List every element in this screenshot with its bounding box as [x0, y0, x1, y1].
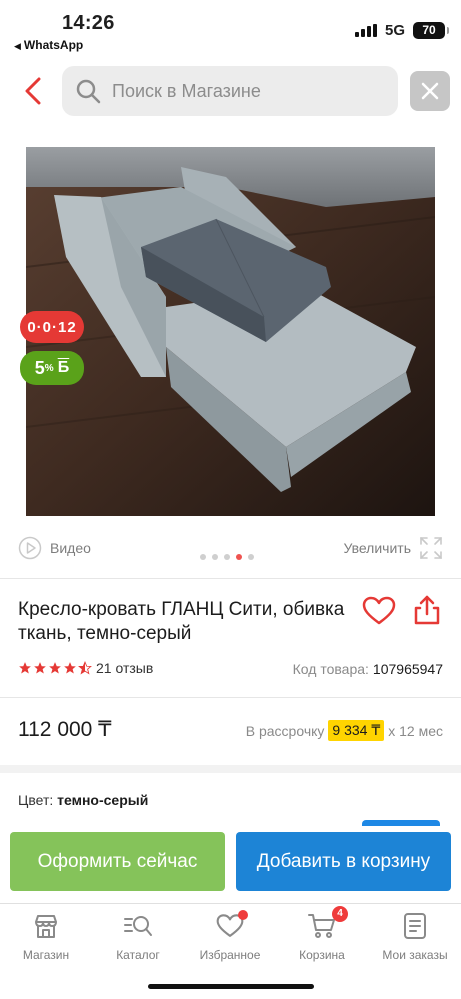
rating-stars — [18, 661, 92, 675]
search-box[interactable] — [62, 66, 398, 116]
color-selector: Цвет: темно-серый — [18, 792, 148, 808]
divider — [0, 697, 461, 698]
star-icon — [34, 662, 46, 674]
rating-row: 21 отзыв Код товара: 107965947 — [18, 659, 443, 681]
tab-store[interactable]: Магазин — [0, 910, 92, 966]
share-button[interactable] — [412, 594, 442, 626]
color-swatch-peek — [362, 820, 440, 826]
divider — [0, 578, 461, 579]
catalog-search-icon — [122, 910, 154, 942]
search-input[interactable] — [112, 80, 382, 102]
product-code-label: Код товара: — [292, 661, 369, 677]
product-price: 112 000 ₸ — [18, 718, 112, 741]
gallery-dot[interactable] — [224, 554, 230, 560]
tab-label: Каталог — [116, 948, 160, 962]
video-label: Видео — [50, 540, 91, 556]
installment-badge: 0·0·12 — [20, 311, 84, 343]
tab-label: Избранное — [199, 948, 261, 962]
installment-amount: 9 334 ₸ — [328, 720, 385, 741]
gallery-pagination — [200, 554, 254, 560]
tab-catalog[interactable]: Каталог — [92, 910, 184, 966]
section-separator — [0, 765, 461, 773]
gallery-dot[interactable] — [236, 554, 242, 560]
play-icon — [18, 536, 42, 560]
back-to-app-link[interactable]: ◀ WhatsApp — [14, 38, 83, 52]
reviews-link[interactable]: 21 отзыв — [96, 660, 153, 676]
tab-label: Магазин — [22, 948, 70, 962]
product-code-value: 107965947 — [372, 661, 443, 677]
bonus-percent-sign: % — [44, 362, 54, 374]
product-photo[interactable] — [26, 147, 435, 516]
cart-icon: 4 — [306, 906, 348, 942]
back-button[interactable] — [18, 74, 48, 108]
heart-icon — [362, 596, 396, 625]
installment-prefix: В рассрочку — [245, 722, 325, 739]
home-indicator — [148, 984, 314, 989]
add-to-cart-button[interactable]: Добавить в корзину — [236, 832, 451, 891]
signal-icon — [354, 24, 377, 37]
color-value: темно-серый — [57, 792, 149, 808]
store-icon — [30, 910, 62, 942]
status-time: 14:26 — [62, 12, 115, 34]
media-row: Видео Увеличить — [0, 532, 461, 564]
battery-icon: 70 — [413, 22, 449, 39]
zoom-label: Увеличить — [343, 540, 411, 556]
search-icon — [74, 77, 102, 105]
star-half-icon — [78, 661, 92, 675]
close-icon — [421, 82, 439, 100]
favorite-button[interactable] — [362, 596, 396, 626]
gallery-dot[interactable] — [200, 554, 206, 560]
expand-icon — [420, 537, 442, 559]
color-label: Цвет: — [18, 792, 54, 808]
star-icon — [19, 662, 31, 674]
tab-cart[interactable]: 4 Корзина — [276, 906, 368, 966]
status-bar: 14:26 ◀ WhatsApp 5G 70 — [0, 0, 461, 56]
gallery-dot[interactable] — [248, 554, 254, 560]
star-icon — [64, 662, 76, 674]
share-icon — [414, 595, 440, 625]
star-icon — [49, 662, 61, 674]
cart-count-badge: 4 — [332, 906, 348, 922]
notification-dot — [238, 910, 248, 920]
status-indicators: 5G 70 — [354, 22, 449, 39]
search-header — [0, 64, 461, 118]
installment-suffix: х 12 мес — [388, 722, 443, 739]
video-button[interactable]: Видео — [18, 536, 91, 560]
product-code: Код товара: 107965947 — [293, 661, 443, 677]
orders-icon — [399, 910, 431, 942]
back-triangle-icon: ◀ — [14, 41, 21, 51]
installment-info[interactable]: В рассрочку 9 334 ₸ х 12 мес — [246, 720, 443, 741]
price-row: 112 000 ₸ В рассрочку 9 334 ₸ х 12 мес — [18, 715, 443, 747]
bonus-currency: Б — [57, 359, 70, 376]
bonus-badge: 5% Б — [20, 351, 84, 385]
tab-label: Корзина — [299, 948, 345, 962]
chevron-left-icon — [25, 77, 41, 105]
tab-my-orders[interactable]: Мои заказы — [369, 910, 461, 966]
checkout-now-button[interactable]: Оформить сейчас — [10, 832, 225, 891]
gallery-dot[interactable] — [212, 554, 218, 560]
tab-favorites[interactable]: Избранное — [184, 910, 276, 966]
armchair-bed-illustration — [26, 147, 435, 516]
bonus-percent: 5 — [34, 357, 45, 378]
close-button[interactable] — [410, 71, 450, 111]
product-title: Кресло-кровать ГЛАНЦ Сити, обивка ткань,… — [18, 599, 345, 644]
network-label: 5G — [384, 22, 405, 39]
back-app-label: WhatsApp — [23, 38, 84, 52]
tab-label: Мои заказы — [382, 948, 448, 962]
heart-icon — [214, 910, 248, 942]
zoom-button[interactable]: Увеличить — [343, 536, 443, 560]
